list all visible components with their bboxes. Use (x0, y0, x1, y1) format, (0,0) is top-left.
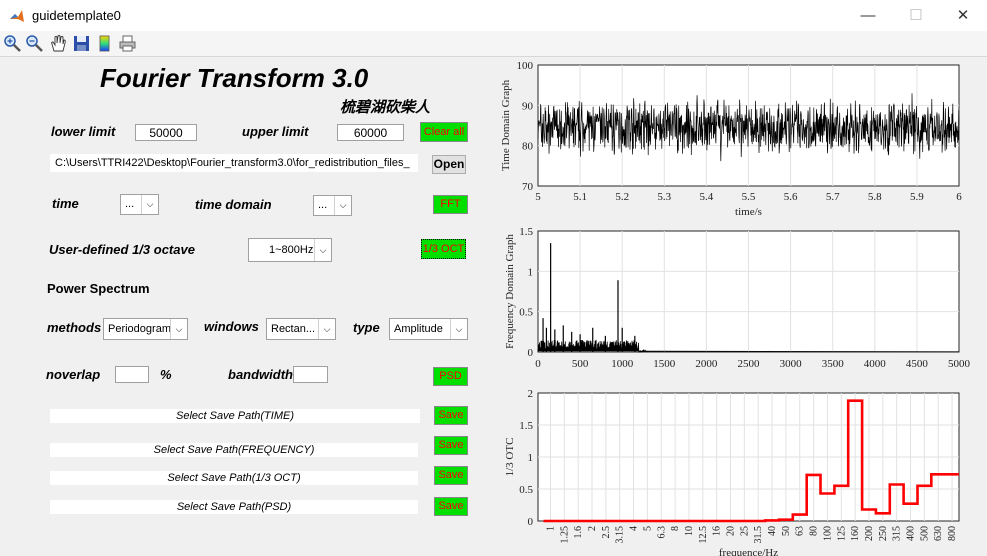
x-tick-label: 8 (670, 526, 681, 531)
x-tick-label: 3500 (822, 358, 845, 370)
y-tick-label: 0.5 (519, 307, 533, 319)
x-tick-label: 2000 (695, 358, 718, 370)
x-tick-label: 4 (629, 526, 640, 531)
x-tick-label: 5.9 (910, 191, 924, 203)
x-tick-label: 800 (947, 526, 958, 541)
x-tick-label: 1500 (653, 358, 676, 370)
x-tick-label: 400 (906, 526, 917, 541)
third-octave-chart: 1 1.25 1.6 2 2.5 3.15 4 5 6.3 8 10 12.5 16 20 25 31.5 40… (504, 388, 960, 556)
x-tick-label: 50 (781, 526, 792, 536)
time-domain-chart: 5 5.1 5.2 5.3 5.4 5.5 5.6 5.7 5.8 5.9 6 70 80 90 100 ti… (500, 60, 962, 218)
y-tick-label: 0 (528, 516, 534, 528)
x-tick-label: 5.6 (784, 191, 798, 203)
x-tick-label: 16 (712, 526, 723, 536)
x-tick-label: 100 (822, 526, 833, 541)
x-tick-label: 200 (864, 526, 875, 541)
x-tick-label: 2 (587, 526, 598, 531)
y-tick-label: 0.5 (519, 484, 533, 496)
x-tick-label: 1000 (611, 358, 634, 370)
y-tick-label: 70 (522, 181, 534, 193)
y-tick-label: 1 (528, 266, 534, 278)
y-tick-label: 80 (522, 141, 534, 153)
y-tick-label: 1.5 (519, 226, 533, 238)
x-tick-label: 80 (809, 526, 820, 536)
x-tick-label: 5.5 (742, 191, 756, 203)
x-tick-label: 10 (684, 526, 695, 536)
x-tick-label: 25 (739, 526, 750, 536)
x-tick-label: 4500 (906, 358, 929, 370)
x-tick-label: 5000 (948, 358, 971, 370)
x-tick-label: 6.3 (656, 526, 667, 539)
frequency-domain-chart: 0 500 1000 1500 2000 2500 3000 3500 4000 4500 5000… (504, 226, 971, 370)
x-tick-label: 125 (836, 526, 847, 541)
x-tick-label: 630 (933, 526, 944, 541)
x-tick-label: 160 (850, 526, 861, 541)
x-tick-label: 250 (878, 526, 889, 541)
x-tick-label: 6 (956, 191, 962, 203)
y-tick-label: 100 (517, 60, 534, 72)
x-tick-label: 31.5 (753, 526, 764, 544)
x-axis-label: time/s (735, 206, 762, 218)
x-tick-label: 5.4 (700, 191, 714, 203)
x-tick-label: 3000 (780, 358, 803, 370)
x-tick-label: 1.25 (559, 526, 570, 544)
x-tick-label: 4000 (864, 358, 887, 370)
y-tick-label: 1.5 (519, 420, 533, 432)
y-tick-label: 90 (522, 100, 534, 112)
x-tick-label: 40 (767, 526, 778, 536)
x-tick-label: 5.7 (826, 191, 840, 203)
y-axis-label: Time Domain Graph (500, 79, 512, 171)
x-axis-label: frequence/Hz (719, 547, 778, 556)
x-tick-label: 20 (725, 526, 736, 536)
y-tick-label: 1 (528, 452, 534, 464)
x-tick-label: 63 (795, 526, 806, 536)
x-tick-label: 5.3 (657, 191, 671, 203)
y-tick-label: 2 (528, 388, 534, 400)
x-tick-label: 315 (892, 526, 903, 541)
charts-layer: 5 5.1 5.2 5.3 5.4 5.5 5.6 5.7 5.8 5.9 6708090100ti… (500, 60, 971, 556)
x-tick-label: 1 (545, 526, 556, 531)
x-tick-label: 3.15 (615, 526, 626, 544)
x-tick-label: 5.1 (573, 191, 587, 203)
x-tick-label: 12.5 (698, 526, 709, 544)
x-tick-label: 5 (642, 526, 653, 531)
y-axis-label: Frequency Domain Graph (504, 234, 516, 349)
x-tick-label: 5.2 (615, 191, 629, 203)
y-axis-label: 1/3 OTC (504, 438, 516, 477)
x-tick-label: 5.8 (868, 191, 882, 203)
x-tick-label: 2.5 (601, 526, 612, 539)
x-tick-label: 500 (572, 358, 589, 370)
x-tick-label: 0 (535, 358, 541, 370)
x-tick-label: 2500 (738, 358, 761, 370)
x-tick-label: 500 (919, 526, 930, 541)
x-tick-label: 1.6 (573, 526, 584, 539)
y-tick-label: 0 (528, 347, 534, 359)
x-tick-label: 5 (535, 191, 541, 203)
